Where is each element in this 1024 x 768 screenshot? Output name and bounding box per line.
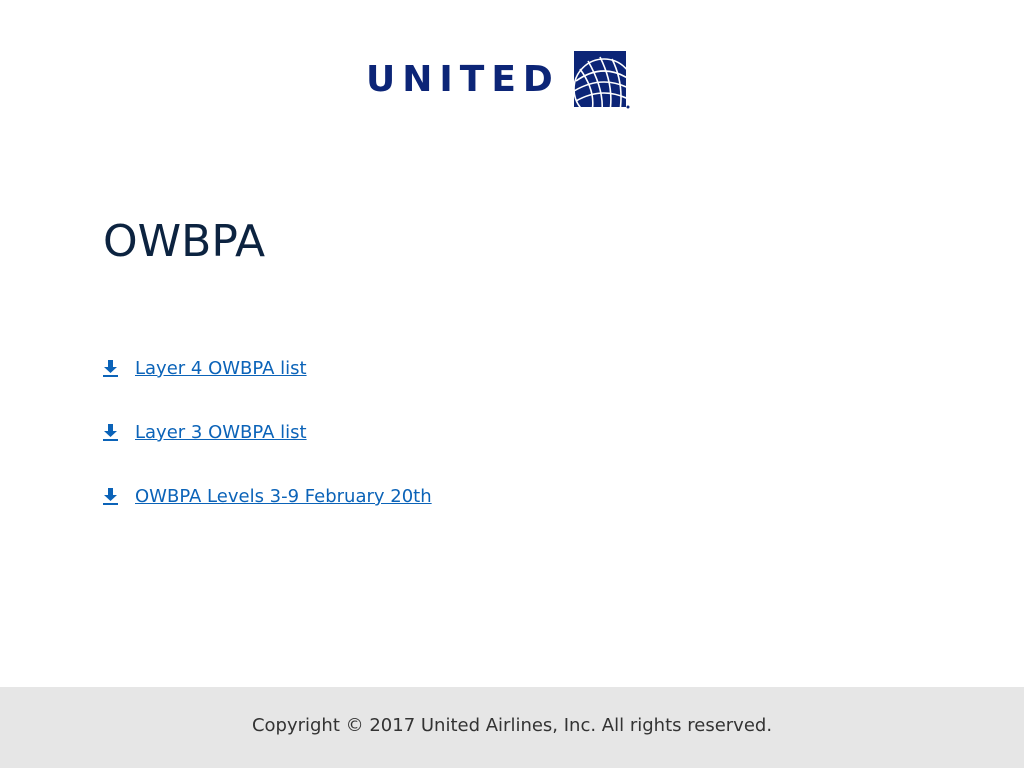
download-icon[interactable] xyxy=(102,422,119,442)
list-item: Layer 4 OWBPA list xyxy=(102,356,432,420)
list-item: Layer 3 OWBPA list xyxy=(102,420,432,484)
download-link-levels-3-9[interactable]: OWBPA Levels 3-9 February 20th xyxy=(135,484,432,510)
globe-icon xyxy=(573,51,630,109)
download-link-layer-3[interactable]: Layer 3 OWBPA list xyxy=(135,420,307,446)
download-icon[interactable] xyxy=(102,358,119,378)
copyright-text: Copyright © 2017 United Airlines, Inc. A… xyxy=(251,715,773,736)
logo-wordmark: UNITED xyxy=(366,59,560,100)
page: UNITED OWBPA Layer 4 OWBPA list Layer 3 … xyxy=(0,0,1024,768)
site-header: UNITED xyxy=(0,0,1024,140)
download-list: Layer 4 OWBPA list Layer 3 OWBPA list OW… xyxy=(102,356,432,548)
download-icon[interactable] xyxy=(102,486,119,506)
list-item: OWBPA Levels 3-9 February 20th xyxy=(102,484,432,548)
page-title: OWBPA xyxy=(103,216,266,267)
united-logo-link[interactable]: UNITED xyxy=(366,50,630,110)
site-footer: Copyright © 2017 United Airlines, Inc. A… xyxy=(0,687,1024,768)
download-link-layer-4[interactable]: Layer 4 OWBPA list xyxy=(135,356,307,382)
